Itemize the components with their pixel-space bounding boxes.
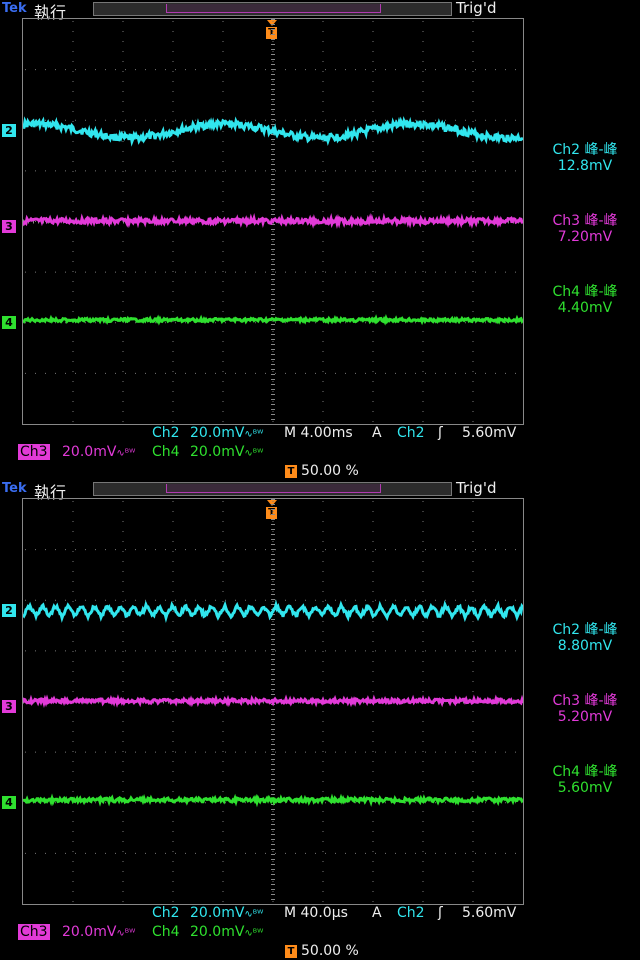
ch2-label: Ch2 [152,905,180,921]
trigger-mode: A [372,905,382,921]
trigger-status: Trig'd [456,479,497,497]
ch2-measure-value: 8.80mV [557,638,613,654]
trigger-position-value: 50.00 % [301,943,359,959]
ch3-scale-readout[interactable]: Ch3 20.0mV∿ᴮᵂ [18,444,135,462]
ch2-scale-readout[interactable]: Ch2 20.0mV∿ᴮᵂ [152,905,263,923]
ch3-scale-readout[interactable]: Ch3 20.0mV∿ᴮᵂ [18,924,135,942]
ch4-bw-limit-icon: ∿ᴮᵂ [244,448,264,459]
timebase-readout[interactable]: M 40.0µs [284,905,348,921]
ch4-scale-readout[interactable]: Ch4 20.0mV∿ᴮᵂ [152,924,263,942]
waveform-area [23,116,523,326]
ch2-bw-limit-icon: ∿ᴮᵂ [244,909,264,920]
record-length-bar[interactable] [93,482,452,496]
trigger-status: Trig'd [456,0,497,17]
ch4-measure-label: Ch4 峰-峰 [552,284,618,300]
ch2-scale: 20.0mV [190,425,245,441]
ch4-ground-marker[interactable]: 4 [2,316,16,329]
ch4-scale: 20.0mV [190,924,245,940]
ch4-waveform [23,793,523,808]
trigger-source[interactable]: Ch2 [397,425,425,441]
ch3-measure-value: 7.20mV [557,229,613,245]
top-status-bar: Tek 執行 Trig'd [0,0,640,22]
ch2-bw-limit-icon: ∿ᴮᵂ [244,429,264,440]
brand-logo: Tek [2,1,27,16]
trigger-position-readout: T 50.00 % [285,943,359,959]
ch2-scale: 20.0mV [190,905,245,921]
ch4-scale-readout[interactable]: Ch4 20.0mV∿ᴮᵂ [152,444,263,462]
record-length-bar[interactable] [93,2,452,16]
ch2-measure-label: Ch2 峰-峰 [552,622,618,638]
ch3-scale: 20.0mV [62,924,117,940]
trigger-level[interactable]: 5.60mV [462,905,516,921]
trigger-position-readout: T 50.00 % [285,463,359,479]
trigger-slope-icon: ʃ [438,425,443,441]
ch4-label: Ch4 [152,444,180,460]
top-status-bar: Tek 執行 Trig'd [0,479,640,502]
ch4-waveform [23,313,523,326]
ch3-measure-label: Ch3 峰-峰 [552,693,618,709]
ch3-measure-value: 5.20mV [557,709,613,725]
ch3-measure-label: Ch3 峰-峰 [552,213,618,229]
ch4-measurement: Ch4 峰-峰 4.40mV [530,284,640,316]
scope-screen-top: Tek 執行 Trig'd T 2 3 4 Ch2 峰-峰 12.8mV Ch3… [0,0,640,480]
ch3-scale: 20.0mV [62,444,117,460]
ch4-measure-value: 5.60mV [557,780,613,796]
ch2-measure-value: 12.8mV [557,158,613,174]
ch4-measure-label: Ch4 峰-峰 [552,764,618,780]
ch3-waveform [23,694,523,709]
ch4-bw-limit-icon: ∿ᴮᵂ [244,928,264,939]
ch2-ground-marker[interactable]: 2 [2,604,16,617]
ch3-waveform [23,212,523,229]
graticule [22,498,524,905]
ch3-measurement: Ch3 峰-峰 5.20mV [530,693,640,725]
ch3-bw-limit-icon: ∿ᴮᵂ [116,448,136,459]
record-view-window[interactable] [166,484,381,493]
record-view-window[interactable] [166,4,381,13]
ch2-waveform [23,116,523,147]
ch3-bw-limit-icon: ∿ᴮᵂ [116,928,136,939]
trigger-source[interactable]: Ch2 [397,905,425,921]
ch3-measurement: Ch3 峰-峰 7.20mV [530,213,640,245]
graticule [22,18,524,425]
ch2-measurement: Ch2 峰-峰 8.80mV [530,622,640,654]
trigger-position-icon: T [285,465,297,478]
waveform-area [23,599,523,808]
ch4-label: Ch4 [152,924,180,940]
brand-logo: Tek [2,481,27,496]
trigger-position-value: 50.00 % [301,463,359,479]
ch3-label: Ch3 [18,924,50,940]
ch4-scale: 20.0mV [190,444,245,460]
ch2-waveform [23,599,523,624]
ch2-measure-label: Ch2 峰-峰 [552,142,618,158]
ch3-ground-marker[interactable]: 3 [2,700,16,713]
ch2-scale-readout[interactable]: Ch2 20.0mV∿ᴮᵂ [152,425,263,443]
trigger-slope-icon: ʃ [438,905,443,921]
ch4-measure-value: 4.40mV [557,300,613,316]
ch4-measurement: Ch4 峰-峰 5.60mV [530,764,640,796]
ch2-measurement: Ch2 峰-峰 12.8mV [530,142,640,174]
ch3-label: Ch3 [18,444,50,460]
trigger-mode: A [372,425,382,441]
ch2-label: Ch2 [152,425,180,441]
scope-screen-bottom: Tek 執行 Trig'd T 2 3 4 Ch2 峰-峰 8.80mV Ch3… [0,479,640,960]
ch3-ground-marker[interactable]: 3 [2,220,16,233]
ch4-ground-marker[interactable]: 4 [2,796,16,809]
trigger-position-icon: T [285,945,297,958]
ch2-ground-marker[interactable]: 2 [2,124,16,137]
trigger-level[interactable]: 5.60mV [462,425,516,441]
timebase-readout[interactable]: M 4.00ms [284,425,353,441]
